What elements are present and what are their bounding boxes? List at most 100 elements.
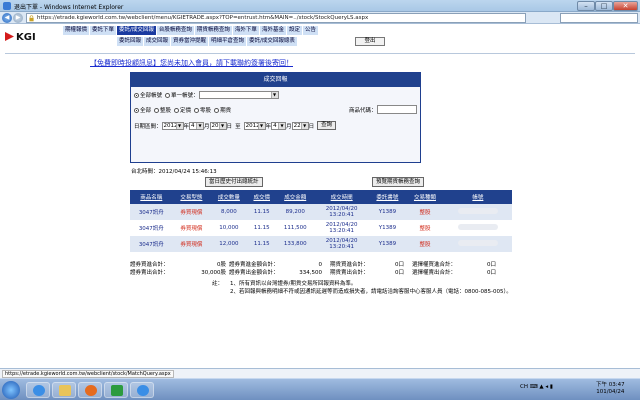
type-all-radio[interactable] bbox=[134, 107, 139, 113]
from-month-select[interactable]: 4 ▼ bbox=[189, 121, 205, 130]
url-field[interactable]: https://etrade.kgieworld.com.tw/webclien… bbox=[26, 13, 526, 23]
menu-item-reports[interactable]: 委託/成交回報 bbox=[117, 26, 157, 35]
address-bar: ◀ ▶ https://etrade.kgieworld.com.tw/webc… bbox=[0, 12, 640, 24]
type-lot-label: 整股 bbox=[160, 108, 172, 114]
menu-item-overseas-order[interactable]: 海外下單 bbox=[232, 26, 260, 35]
chevron-down-icon: ▼ bbox=[196, 122, 204, 129]
table-row: 3047訊舟 券買現償 8,000 11.15 89,200 2012/04/2… bbox=[130, 204, 512, 220]
col-qty[interactable]: 成交數量 bbox=[210, 190, 248, 204]
type-futures-label: 期貨 bbox=[220, 108, 232, 114]
stock-code-label: 商品代碼： bbox=[349, 107, 377, 114]
col-order-no[interactable]: 委託書號 bbox=[368, 190, 407, 204]
system-tray[interactable]: CH ⌨ ▲ ◂ ▮ bbox=[520, 384, 553, 390]
to-year-select[interactable]: 2012 ▼ bbox=[243, 121, 266, 130]
submenu-daytrade-alert[interactable]: 資券當沖提醒 bbox=[171, 37, 210, 46]
chevron-down-icon: ▼ bbox=[175, 122, 183, 129]
totals-row-buy: 證券買進合計： 0股 證券賣進金額合計： 0 期貨買進合計： 0口 選擇權買進合… bbox=[130, 262, 496, 268]
minimize-button[interactable]: – bbox=[577, 1, 595, 11]
taskbar-media-icon[interactable] bbox=[78, 382, 102, 398]
account-single-radio[interactable] bbox=[165, 92, 171, 98]
back-button[interactable]: ◀ bbox=[2, 13, 12, 23]
from-day-select[interactable]: 20 ▼ bbox=[209, 121, 227, 130]
today-history-button[interactable]: 當日歷史付出總統計 bbox=[205, 177, 263, 187]
taskbar-app-icon[interactable] bbox=[104, 382, 128, 398]
close-button[interactable]: ✕ bbox=[613, 1, 638, 11]
query-button[interactable]: 查詢 bbox=[317, 121, 337, 130]
menu-item-futures-accounts[interactable]: 期貨帳務查詢 bbox=[194, 26, 233, 35]
from-year-select[interactable]: 2012 ▼ bbox=[161, 121, 184, 130]
type-odd-radio[interactable] bbox=[194, 107, 200, 113]
lock-icon bbox=[29, 15, 34, 22]
maximize-button[interactable]: □ bbox=[595, 1, 613, 11]
col-account[interactable]: 帳號 bbox=[443, 190, 512, 204]
col-name[interactable]: 商品名稱 bbox=[130, 190, 173, 204]
submenu-close-detail[interactable]: 明細平倉查詢 bbox=[209, 37, 248, 46]
menu-item-order[interactable]: 委託下單 bbox=[90, 26, 118, 35]
taskbar-ie-window-icon[interactable] bbox=[130, 382, 154, 398]
type-fixed-label: 定價 bbox=[180, 108, 192, 114]
type-fixed-radio[interactable] bbox=[174, 107, 180, 113]
menu-item-quotes[interactable]: 期權報價 bbox=[63, 26, 91, 35]
menu-item-stock-accounts[interactable]: 台股帳務查詢 bbox=[156, 26, 195, 35]
chevron-down-icon: ▼ bbox=[270, 92, 278, 98]
type-futures-radio[interactable] bbox=[214, 107, 220, 113]
account-single-label: 單一帳號： bbox=[171, 93, 199, 99]
table-row: 3047訊舟 券買現償 10,000 11.15 111,500 2012/04… bbox=[130, 220, 512, 236]
url-text: https://etrade.kgieworld.com.tw/webclien… bbox=[37, 15, 369, 21]
results-table: 商品名稱 交易型態 成交數量 成交價 成交金額 成交時間 委託書號 交易種類 帳… bbox=[130, 190, 512, 252]
status-url: https://etrade.kgieworld.com.tw/webclien… bbox=[2, 370, 174, 378]
taskbar-clock[interactable]: 下午 03:47 101/04/24 bbox=[596, 382, 625, 396]
to-month-select[interactable]: 4 ▼ bbox=[271, 121, 287, 130]
chevron-down-icon: ▼ bbox=[218, 122, 226, 129]
redacted-account bbox=[457, 240, 498, 246]
page-content: KGI 期權報價 委託下單 委託/成交回報 台股帳務查詢 期貨帳務查詢 海外下單… bbox=[0, 24, 640, 368]
note-item: 1、所有資訊以台灣證券/期貨交易所回報資料為準。 bbox=[230, 281, 357, 287]
promo-banner-link[interactable]: 【免費即時投顧訊息】您尚未加入會員，請下載聯約簽署後寄回！ bbox=[90, 58, 293, 68]
table-header-row: 商品名稱 交易型態 成交數量 成交價 成交金額 成交時間 委託書號 交易種類 帳… bbox=[130, 190, 512, 204]
forward-button[interactable]: ▶ bbox=[13, 13, 23, 23]
note-item: 2、若回報與帳務明細不符或因通訊延遲等而造成損失者，請電話洽詢客服中心客服人員（… bbox=[230, 289, 512, 295]
col-time[interactable]: 成交時間 bbox=[314, 190, 369, 204]
window-title: 退出下單 - Windows Internet Explorer bbox=[14, 4, 124, 11]
redacted-account bbox=[457, 224, 498, 230]
totals-row-sell: 證券賣出合計： 30,000股 證券賣出金額合計： 334,500 期貨賣出合計… bbox=[130, 270, 496, 276]
ie-icon bbox=[3, 2, 11, 10]
submenu-report-summary[interactable]: 委託/成交回報總表 bbox=[247, 37, 298, 46]
submenu-order-report[interactable]: 委託回報 bbox=[117, 37, 145, 46]
date-row: 日期區間： 2012 ▼ 年 4 ▼ 月 20 ▼ 日 至 2012 ▼ 年 4 ▼ 月 … bbox=[134, 121, 337, 130]
chevron-down-icon: ▼ bbox=[300, 122, 308, 129]
type-lot-radio[interactable] bbox=[154, 107, 160, 113]
taskbar-ie-icon[interactable] bbox=[26, 382, 50, 398]
chevron-down-icon: ▼ bbox=[278, 122, 286, 129]
account-all-radio[interactable] bbox=[134, 92, 139, 98]
redacted-account bbox=[457, 208, 498, 214]
col-price[interactable]: 成交價 bbox=[247, 190, 276, 204]
logout-button[interactable]: 登出 bbox=[355, 37, 385, 46]
taskbar-explorer-icon[interactable] bbox=[52, 382, 76, 398]
col-type[interactable]: 交易型態 bbox=[172, 190, 211, 204]
start-button[interactable] bbox=[2, 381, 20, 399]
main-menu: 期權報價 委託下單 委託/成交回報 台股帳務查詢 期貨帳務查詢 海外下單 海外基… bbox=[63, 26, 319, 35]
menu-item-announcements[interactable]: 公告 bbox=[302, 26, 319, 35]
footnotes: 註： 1、所有資訊以台灣證券/期貨交易所回報資料為準。 2、若回報與帳務明細不符… bbox=[212, 280, 512, 296]
browser-search-input[interactable] bbox=[560, 13, 638, 23]
table-row: 3047訊舟 券買現償 12,000 11.15 133,800 2012/04… bbox=[130, 236, 512, 252]
notes-label: 註： bbox=[212, 281, 224, 287]
account-select[interactable]: ▼ bbox=[198, 91, 279, 99]
kgi-logo: KGI bbox=[5, 32, 36, 43]
to-day-select[interactable]: 22 ▼ bbox=[291, 121, 309, 130]
account-all-label: 全部帳號 bbox=[140, 93, 163, 99]
panel-title: 成交回報 bbox=[131, 73, 420, 87]
stock-code-input[interactable] bbox=[376, 105, 417, 114]
col-amount[interactable]: 成交金額 bbox=[275, 190, 315, 204]
menu-item-settings[interactable]: 設定 bbox=[286, 26, 303, 35]
stock-code-row: 商品代碼： bbox=[349, 105, 417, 114]
submenu-trade-report[interactable]: 成交回報 bbox=[144, 37, 172, 46]
to-label: 至 bbox=[235, 123, 241, 130]
col-kind[interactable]: 交易種類 bbox=[406, 190, 444, 204]
header-divider bbox=[5, 53, 635, 54]
menu-item-overseas-fund[interactable]: 海外基金 bbox=[259, 26, 287, 35]
logo-mark-icon bbox=[5, 32, 14, 41]
futures-preview-button[interactable]: 預覽期貨帳務查詢 bbox=[372, 177, 425, 187]
date-range-label: 日期區間： bbox=[134, 123, 162, 130]
